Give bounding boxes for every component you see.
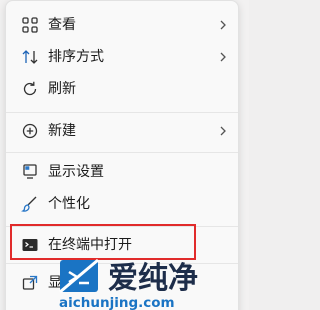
plus-circle-icon	[21, 122, 39, 140]
chevron-right-icon	[218, 17, 228, 33]
watermark-url-text: aichunjing.com	[59, 295, 175, 310]
menu-item-view[interactable]: 查看	[6, 9, 238, 41]
menu-separator	[6, 152, 238, 153]
menu-item-sort[interactable]: 排序方式	[6, 41, 238, 73]
external-icon	[21, 274, 39, 292]
menu-item-refresh[interactable]: 刷新	[6, 73, 238, 105]
sort-arrows-icon	[21, 48, 39, 66]
terminal-icon	[21, 236, 39, 254]
desktop-background: 查看 排序方式 刷新 新建 显示设置 个性化 在终端中打开 显 爱纯净 aich…	[0, 0, 249, 310]
menu-item-label: 排序方式	[48, 49, 104, 65]
menu-item-label: 查看	[48, 17, 76, 33]
grid-icon	[21, 16, 39, 34]
watermark-logo: 爱纯净 aichunjing.com	[56, 256, 249, 310]
menu-item-label: 个性化	[48, 196, 90, 212]
menu-item-label: 显示设置	[48, 164, 104, 180]
chevron-right-icon	[218, 123, 228, 139]
brush-icon	[21, 195, 39, 213]
menu-item-label: 在终端中打开	[48, 237, 132, 253]
menu-item-label: 新建	[48, 123, 76, 139]
menu-item-new[interactable]: 新建	[6, 115, 238, 147]
display-icon	[21, 163, 39, 181]
menu-item-personalize[interactable]: 个性化	[6, 188, 238, 220]
chevron-right-icon	[218, 49, 228, 65]
menu-item-display-settings[interactable]: 显示设置	[6, 156, 238, 188]
menu-separator	[6, 226, 238, 227]
menu-item-label: 刷新	[48, 81, 76, 97]
watermark-brand-text: 爱纯净	[108, 261, 198, 296]
refresh-icon	[21, 80, 39, 98]
menu-separator	[6, 112, 238, 113]
